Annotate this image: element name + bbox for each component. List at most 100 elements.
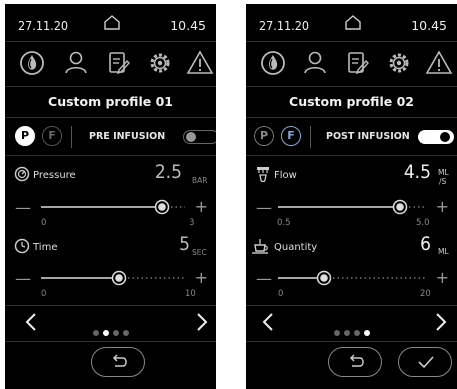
status-bar: 27.11.20 10.45 [246, 4, 457, 40]
check-icon [418, 356, 434, 369]
water-drop-icon[interactable] [17, 48, 47, 78]
settings-gear-icon[interactable] [145, 48, 175, 78]
action-row [246, 347, 457, 381]
profile-title: Custom profile 01 [48, 94, 173, 109]
page-dot[interactable] [333, 330, 340, 336]
pressure-slider[interactable]: — + 0 3 [5, 194, 216, 228]
pressure-gauge-icon [14, 166, 30, 186]
plus-button[interactable]: + [195, 268, 208, 287]
slider-min-label: 0 [41, 218, 47, 228]
page-dot[interactable] [102, 330, 109, 336]
top-icon-bar [5, 48, 216, 80]
slider-track[interactable] [35, 198, 195, 216]
divider [71, 126, 72, 148]
back-button[interactable] [91, 347, 145, 377]
param-value: 5 [179, 233, 190, 255]
divider [5, 341, 216, 342]
infusion-label: POST INFUSION [326, 131, 410, 142]
page-dot[interactable] [343, 330, 350, 336]
infusion-row: P F POST INFUSION [246, 124, 457, 150]
divider [5, 41, 216, 42]
home-icon[interactable] [103, 14, 121, 34]
status-date: 27.11.20 [259, 18, 310, 33]
warning-icon[interactable] [185, 48, 215, 78]
page-dot[interactable] [112, 330, 119, 336]
time-slider[interactable]: — + 0 10 [5, 265, 216, 299]
param-unit-bottom: /S [439, 177, 447, 186]
slider-track[interactable] [276, 198, 436, 216]
page-dot[interactable] [122, 330, 129, 336]
chevron-right-icon[interactable] [435, 312, 447, 337]
slider-max-label: 3 [189, 218, 195, 228]
divider [246, 86, 457, 87]
clipboard-edit-icon[interactable] [342, 48, 372, 78]
param-unit: ML [438, 247, 449, 256]
profile-panel-01: 27.11.20 10.45 Custom profile 01 P F PRE… [5, 4, 216, 389]
plus-button[interactable]: + [436, 197, 449, 216]
action-row [5, 347, 216, 381]
page-nav [5, 312, 216, 336]
cup-icon [251, 238, 271, 260]
slider-max-label: 10 [185, 289, 196, 299]
pre-infusion-toggle[interactable] [183, 130, 216, 144]
minus-button[interactable]: — [256, 198, 272, 217]
infusion-row: P F PRE INFUSION [5, 124, 216, 150]
slider-max-label: 20 [420, 289, 431, 299]
minus-button[interactable]: — [256, 269, 272, 288]
user-icon[interactable] [61, 48, 91, 78]
minus-button[interactable]: — [15, 198, 31, 217]
slider-track[interactable] [35, 269, 195, 287]
divider [246, 305, 457, 306]
settings-gear-icon[interactable] [384, 48, 414, 78]
page-dot[interactable] [92, 330, 99, 336]
plus-button[interactable]: + [436, 268, 449, 287]
page-dots [246, 321, 457, 340]
page-dot[interactable] [353, 330, 360, 336]
slider-track[interactable] [276, 269, 436, 287]
back-arrow-icon [112, 354, 127, 367]
param-unit-top: ML [438, 168, 449, 177]
status-date: 27.11.20 [18, 18, 69, 33]
confirm-button[interactable] [398, 347, 452, 377]
divider [246, 117, 457, 118]
water-drop-icon[interactable] [258, 48, 288, 78]
divider [246, 341, 457, 342]
pressure-mode-button[interactable]: P [15, 126, 35, 146]
flow-slider[interactable]: — + 0.5 5.0 [246, 194, 457, 228]
param-value: 4.5 [403, 161, 431, 183]
minus-button[interactable]: — [15, 269, 31, 288]
param-name: Pressure [33, 170, 76, 181]
param-unit: BAR [192, 176, 208, 185]
status-time: 10.45 [170, 18, 206, 33]
param-unit: SEC [192, 248, 207, 257]
status-time: 10.45 [411, 18, 447, 33]
plus-button[interactable]: + [195, 197, 208, 216]
post-infusion-toggle[interactable] [418, 130, 454, 144]
divider [246, 155, 457, 156]
divider [5, 305, 216, 306]
divider [5, 155, 216, 156]
flow-mode-button[interactable]: F [42, 126, 62, 146]
divider [310, 126, 311, 148]
home-icon[interactable] [344, 14, 362, 34]
slider-max-label: 5.0 [416, 218, 430, 228]
warning-icon[interactable] [424, 48, 454, 78]
clipboard-edit-icon[interactable] [103, 48, 133, 78]
chevron-right-icon[interactable] [196, 312, 208, 337]
slider-min-label: 0 [278, 289, 284, 299]
user-icon[interactable] [300, 48, 330, 78]
quantity-slider[interactable]: — + 0 20 [246, 265, 457, 299]
param-name: Time [33, 242, 58, 253]
flow-mode-button[interactable]: F [281, 126, 301, 146]
page-dot[interactable] [363, 330, 370, 336]
shower-head-icon [255, 166, 271, 188]
param-value: 6 [420, 233, 431, 255]
slider-min-label: 0 [41, 289, 47, 299]
param-name: Quantity [274, 242, 318, 253]
profile-panel-02: 27.11.20 10.45 Custom profile 02 P F POS… [246, 4, 457, 389]
divider [5, 117, 216, 118]
back-button[interactable] [328, 347, 382, 377]
divider [246, 41, 457, 42]
pressure-mode-button[interactable]: P [254, 126, 274, 146]
divider [5, 86, 216, 87]
